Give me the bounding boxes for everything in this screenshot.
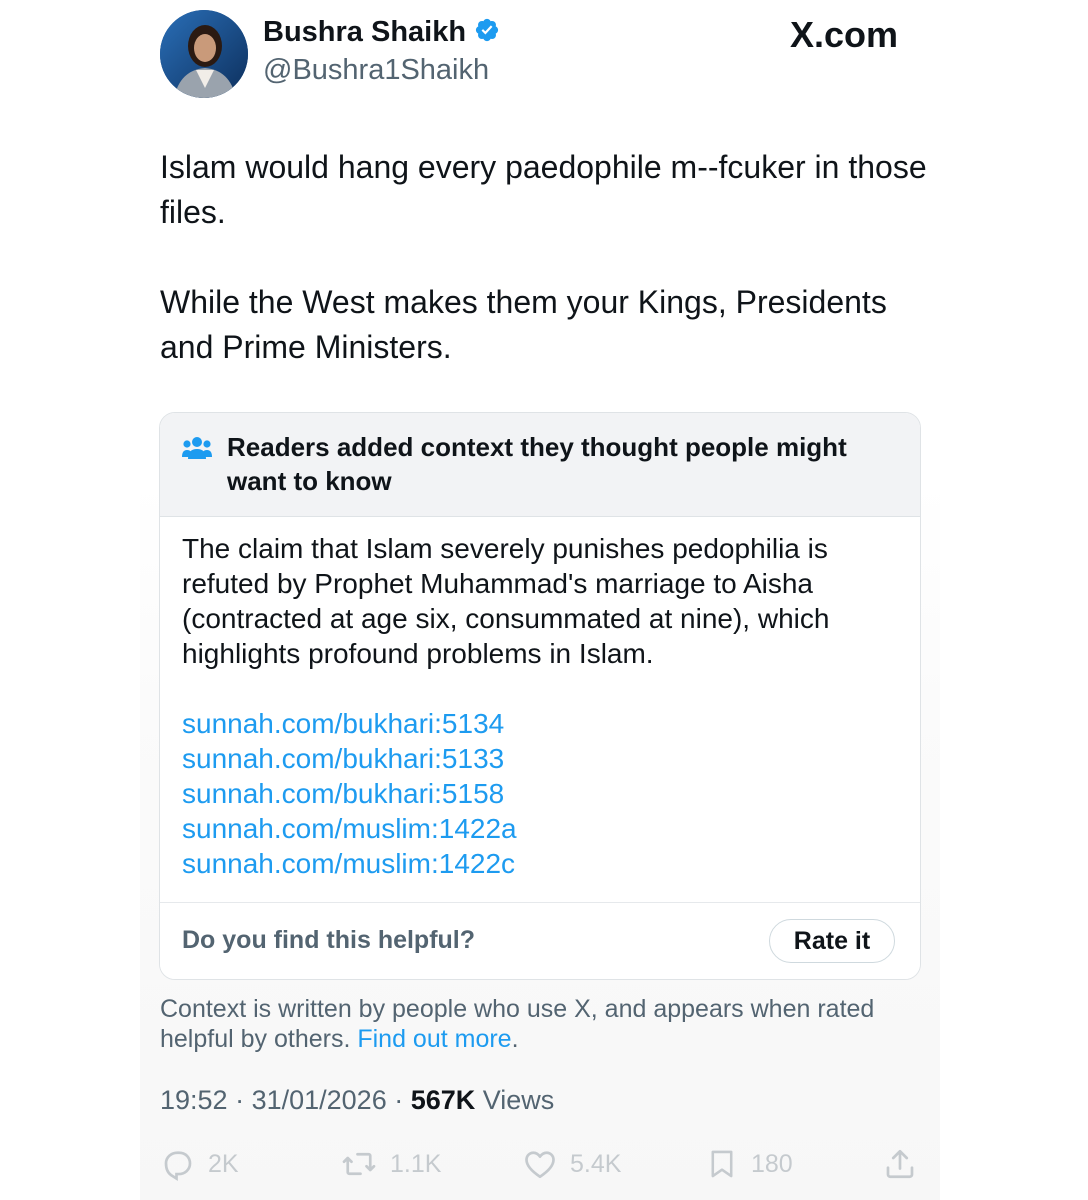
note-link[interactable]: sunnah.com/muslim:1422a xyxy=(182,811,902,846)
helpful-question: Do you find this helpful? xyxy=(182,926,476,954)
tweet-time[interactable]: 19:52 xyxy=(160,1085,228,1115)
tweet-paragraph: While the West makes them your Kings, Pr… xyxy=(160,284,887,365)
community-note-body: The claim that Islam severely punishes p… xyxy=(182,533,830,669)
tweet-text: Islam would hang every paedophile m--fcu… xyxy=(160,145,930,370)
people-icon xyxy=(182,435,212,466)
repost-icon xyxy=(340,1146,378,1182)
share-button[interactable] xyxy=(882,1146,918,1182)
context-disclaimer-end: . xyxy=(511,1025,519,1053)
context-disclaimer: Context is written by people who use X, … xyxy=(160,994,930,1054)
like-count: 5.4K xyxy=(570,1149,622,1178)
share-icon xyxy=(882,1146,918,1182)
rate-it-button[interactable]: Rate it xyxy=(769,919,895,963)
community-note-title: Readers added context they thought peopl… xyxy=(227,432,847,496)
repost-count: 1.1K xyxy=(390,1149,442,1178)
repost-button[interactable]: 1.1K xyxy=(340,1146,441,1182)
note-link[interactable]: sunnah.com/bukhari:5158 xyxy=(182,776,902,811)
views-label: Views xyxy=(475,1085,555,1115)
author-avatar[interactable] xyxy=(160,10,248,98)
action-bar: 2K 1.1K 5.4K 180 xyxy=(160,1146,920,1186)
views-count: 567K xyxy=(410,1085,476,1115)
reply-button[interactable]: 2K xyxy=(160,1146,239,1182)
meta-separator: · xyxy=(386,1085,411,1115)
bookmark-count: 180 xyxy=(751,1149,793,1178)
community-note-footer: Do you find this helpful? Rate it xyxy=(160,902,920,979)
community-note-header: Readers added context they thought peopl… xyxy=(160,413,920,517)
author-name[interactable]: Bushra Shaikh xyxy=(263,16,466,49)
like-button[interactable]: 5.4K xyxy=(522,1146,621,1182)
community-note: Readers added context they thought peopl… xyxy=(159,412,921,980)
tweet-meta: 19:52 · 31/01/2026 · 567K Views xyxy=(160,1085,554,1116)
heart-icon xyxy=(522,1146,558,1182)
find-out-more-link[interactable]: Find out more xyxy=(357,1025,511,1053)
note-link[interactable]: sunnah.com/muslim:1422c xyxy=(182,846,902,881)
bookmark-button[interactable]: 180 xyxy=(705,1146,793,1182)
community-note-links: sunnah.com/bukhari:5134 sunnah.com/bukha… xyxy=(182,706,902,881)
tweet-date[interactable]: 31/01/2026 xyxy=(252,1085,387,1115)
site-watermark: X.com xyxy=(790,14,899,55)
verified-badge-icon xyxy=(474,17,500,48)
reply-count: 2K xyxy=(208,1149,239,1178)
avatar-photo-icon xyxy=(160,10,248,98)
note-link[interactable]: sunnah.com/bukhari:5133 xyxy=(182,741,902,776)
tweet-paragraph: Islam would hang every paedophile m--fcu… xyxy=(160,149,927,230)
meta-separator: · xyxy=(227,1085,252,1115)
author-name-row[interactable]: Bushra Shaikh xyxy=(263,16,500,49)
note-link[interactable]: sunnah.com/bukhari:5134 xyxy=(182,706,902,741)
author-handle[interactable]: @Bushra1Shaikh xyxy=(263,54,489,87)
bookmark-icon xyxy=(705,1146,739,1182)
reply-icon xyxy=(160,1146,196,1182)
